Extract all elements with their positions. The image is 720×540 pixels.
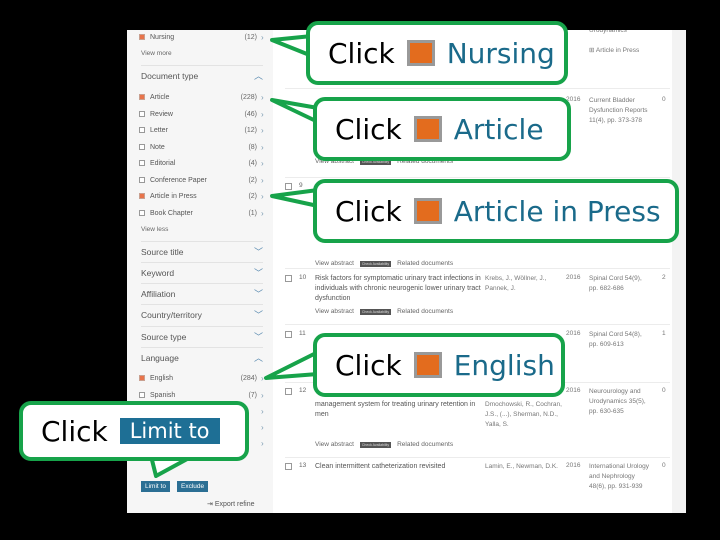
callout-nursing: Click Nursing — [306, 21, 568, 85]
callout-target-text: Nursing — [446, 36, 555, 70]
callout-target-text: Article in Press — [453, 194, 661, 228]
callout-tail-article-in-press — [270, 188, 320, 208]
callout-tail-english — [264, 350, 320, 380]
callout-click-text: Click — [41, 414, 108, 448]
callout-english: Click English — [313, 333, 565, 397]
checkbox-icon — [406, 40, 435, 66]
checkbox-icon — [413, 198, 442, 224]
callout-target-text: English — [453, 348, 555, 382]
callout-article: Click Article — [313, 97, 571, 161]
callout-click-text: Click — [328, 36, 395, 70]
callout-click-text: Click — [335, 348, 402, 382]
callout-article-in-press: Click Article in Press — [313, 179, 679, 243]
callout-tail-article — [270, 98, 320, 124]
checkbox-icon — [413, 352, 442, 378]
callout-limit-to-button: Limit to — [119, 418, 220, 444]
callout-click-text: Click — [335, 112, 402, 146]
checkbox-icon — [413, 116, 442, 142]
callout-limit-to: Click Limit to — [19, 401, 249, 461]
callout-target-text: Article — [453, 112, 544, 146]
callout-click-text: Click — [335, 194, 402, 228]
